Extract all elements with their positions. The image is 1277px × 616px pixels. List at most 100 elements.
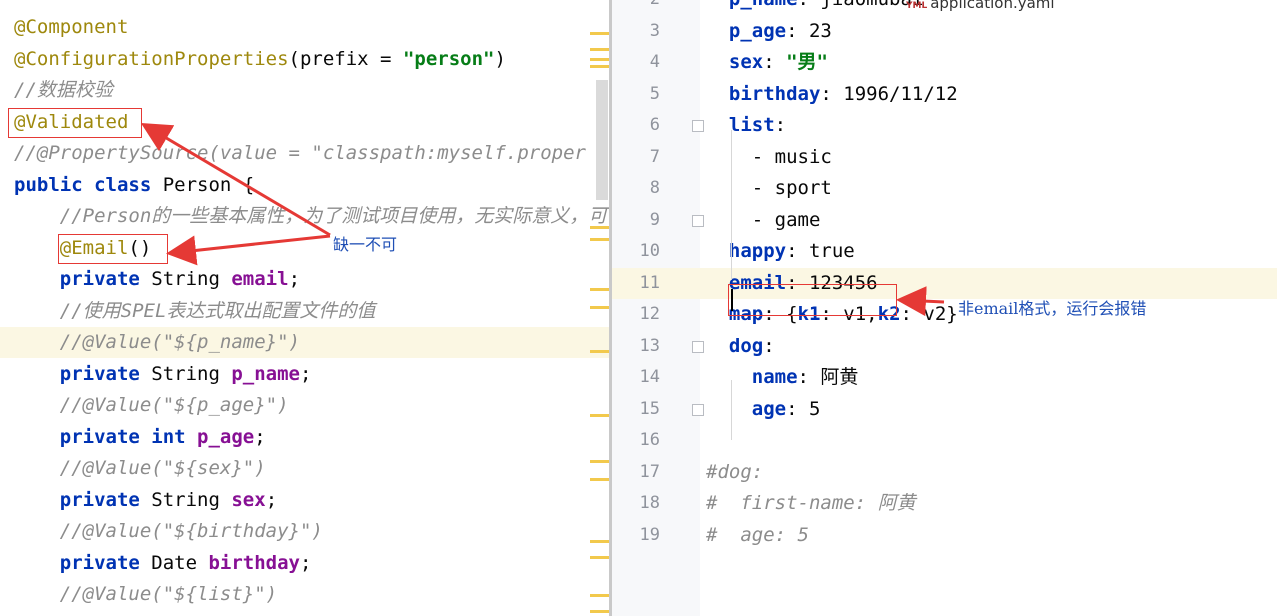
code-line[interactable]: //@PropertySource(value = "classpath:mys… bbox=[0, 138, 610, 169]
yaml-line[interactable]: 3 p_age: 23 bbox=[612, 16, 1277, 47]
warning-mark[interactable] bbox=[590, 460, 610, 463]
yaml-line[interactable]: 17 #dog: bbox=[612, 457, 1277, 488]
line-number: 13 bbox=[639, 335, 660, 356]
warning-mark[interactable] bbox=[590, 414, 610, 417]
warning-mark[interactable] bbox=[590, 48, 610, 51]
yaml-line[interactable]: 13 dog: bbox=[612, 331, 1277, 362]
yaml-token: : 5 bbox=[786, 397, 821, 420]
fold-toggle-icon[interactable] bbox=[692, 403, 704, 416]
code-token: private bbox=[14, 551, 152, 574]
yaml-line[interactable]: 7 - music bbox=[612, 142, 1277, 173]
code-token: ; bbox=[288, 268, 301, 290]
yaml-editor[interactable]: 2 p_name: jiaomubai3 p_age: 234 sex: "男"… bbox=[612, 0, 1277, 616]
code-line[interactable]: @Email() bbox=[0, 233, 610, 264]
line-number: 17 bbox=[639, 461, 660, 482]
warning-mark[interactable] bbox=[590, 478, 610, 481]
line-number: 7 bbox=[649, 146, 660, 167]
warning-mark[interactable] bbox=[590, 288, 610, 291]
warning-mark[interactable] bbox=[590, 65, 610, 68]
yaml-token: # age: 5 bbox=[706, 523, 809, 546]
code-token: p_name bbox=[231, 362, 300, 385]
yaml-token: : 23 bbox=[786, 19, 832, 42]
yaml-file-icon: YML bbox=[906, 1, 928, 11]
code-token: birthday bbox=[208, 551, 300, 574]
code-text: @Validated bbox=[14, 107, 128, 138]
code-line[interactable]: //@Value("${sex}") bbox=[0, 453, 610, 484]
yaml-line[interactable]: 16 bbox=[612, 425, 1277, 456]
warning-mark[interactable] bbox=[590, 306, 610, 309]
fold-toggle-icon[interactable] bbox=[692, 120, 704, 132]
code-token: "person" bbox=[402, 47, 495, 70]
yaml-text: dog: bbox=[706, 331, 775, 362]
warning-mark[interactable] bbox=[590, 556, 610, 559]
code-line[interactable]: private int p_age; bbox=[0, 422, 610, 453]
code-token: @ConfigurationProperties bbox=[14, 47, 289, 70]
code-text: private int p_age; bbox=[14, 422, 266, 453]
warning-mark[interactable] bbox=[590, 610, 610, 613]
fold-toggle-icon[interactable] bbox=[692, 214, 704, 227]
code-line[interactable]: //@Value("${p_age}") bbox=[0, 390, 610, 421]
code-line[interactable]: //Person的一些基本属性，为了测试项目使用，无实际意义，可 bbox=[0, 201, 610, 232]
yaml-line[interactable]: 15 age: 5 bbox=[612, 394, 1277, 425]
yaml-line[interactable]: 14 name: 阿黄 bbox=[612, 362, 1277, 393]
yaml-line[interactable]: 11 email: 123456 bbox=[612, 267, 1277, 299]
code-line[interactable]: //@Value("${list}") bbox=[0, 579, 610, 610]
code-token: String bbox=[151, 268, 232, 290]
warning-mark[interactable] bbox=[590, 58, 610, 61]
left-scrollbar-thumb[interactable] bbox=[596, 80, 608, 200]
line-number: 15 bbox=[639, 398, 660, 419]
yaml-line[interactable]: 12 map: {k1: v1,k2: v2} bbox=[612, 299, 1277, 330]
code-token: Date bbox=[151, 551, 209, 574]
code-token: String bbox=[151, 488, 232, 511]
code-line[interactable]: @Validated bbox=[0, 107, 610, 138]
warning-mark[interactable] bbox=[590, 594, 610, 597]
yaml-token: : jiaomubai bbox=[798, 0, 924, 10]
code-line[interactable]: private Date birthday; bbox=[0, 548, 610, 579]
warning-mark[interactable] bbox=[590, 32, 610, 35]
note-required: 缺一不可 bbox=[333, 235, 398, 254]
yaml-text: - sport bbox=[706, 173, 832, 204]
warning-mark[interactable] bbox=[590, 238, 610, 241]
code-line[interactable]: //数据校验 bbox=[0, 75, 610, 106]
yaml-line[interactable]: 8 - sport bbox=[612, 173, 1277, 204]
code-text: @ConfigurationProperties(prefix = "perso… bbox=[14, 44, 506, 75]
yaml-line[interactable]: 19 # age: 5 bbox=[612, 520, 1277, 551]
yaml-token: p_age bbox=[706, 19, 787, 42]
code-line[interactable]: @Component bbox=[0, 12, 610, 43]
note-invalid-email: 非email格式，运行会报错 bbox=[958, 299, 1147, 318]
yaml-line[interactable]: 18 # first-name: 阿黄 bbox=[612, 488, 1277, 519]
yaml-token: : v1, bbox=[820, 303, 878, 325]
yaml-line[interactable]: 9 - game bbox=[612, 205, 1277, 236]
warning-mark[interactable] bbox=[590, 226, 610, 229]
code-line[interactable]: private String email; bbox=[0, 264, 610, 295]
yaml-token: happy bbox=[706, 240, 787, 262]
yaml-line[interactable]: 10 happy: true bbox=[612, 236, 1277, 267]
code-line[interactable]: public class Person { bbox=[0, 170, 610, 201]
yaml-line[interactable]: 6 list: bbox=[612, 110, 1277, 141]
java-editor[interactable]: @Component @ConfigurationProperties(prefi… bbox=[0, 0, 610, 616]
code-line[interactable]: //@Value("${p_name}") bbox=[0, 327, 610, 358]
indent-guide bbox=[731, 130, 732, 280]
code-token: ; bbox=[300, 362, 312, 385]
yaml-token: name bbox=[706, 366, 798, 388]
line-number: 12 bbox=[639, 304, 660, 324]
line-number: 8 bbox=[649, 178, 660, 198]
file-tab[interactable]: YML application.yaml bbox=[906, 0, 1055, 12]
code-line[interactable]: private String p_name; bbox=[0, 359, 610, 390]
code-line[interactable]: //使用SPEL表达式取出配置文件的值 bbox=[0, 296, 610, 327]
warning-mark[interactable] bbox=[590, 350, 610, 353]
code-line[interactable]: @ConfigurationProperties(prefix = "perso… bbox=[0, 44, 610, 75]
yaml-token: : bbox=[763, 51, 787, 73]
yaml-line[interactable]: 4 sex: "男" bbox=[612, 47, 1277, 78]
warning-mark[interactable] bbox=[590, 540, 610, 543]
code-token: private bbox=[14, 488, 152, 511]
code-token: ) bbox=[494, 47, 506, 70]
yaml-text: # age: 5 bbox=[706, 520, 809, 551]
fold-toggle-icon[interactable] bbox=[692, 340, 704, 353]
yaml-line[interactable]: 5 birthday: 1996/11/12 bbox=[612, 79, 1277, 110]
line-number: 5 bbox=[649, 83, 660, 104]
yaml-text: birthday: 1996/11/12 bbox=[706, 79, 958, 110]
code-line[interactable]: private String sex; bbox=[0, 485, 610, 516]
yaml-token: # first-name: 阿黄 bbox=[706, 492, 916, 514]
code-line[interactable]: //@Value("${birthday}") bbox=[0, 516, 610, 547]
